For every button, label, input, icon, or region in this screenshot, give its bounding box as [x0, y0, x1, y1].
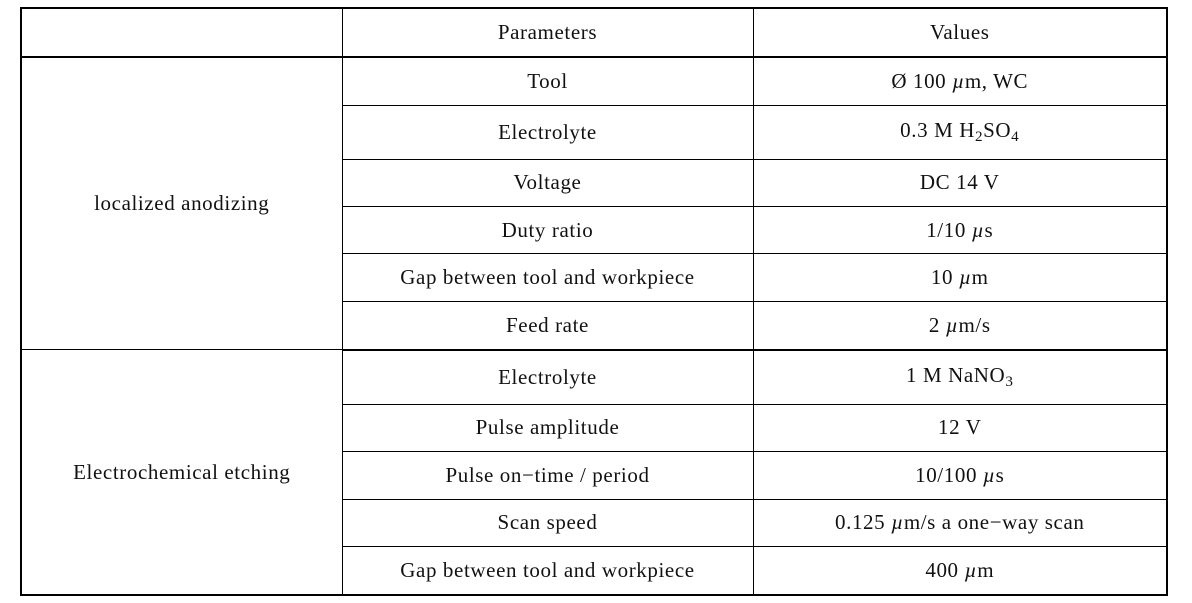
parameter-cell: Tool [341, 56, 754, 107]
value-cell: 1/10 µs [752, 205, 1168, 255]
parameter-cell: Electrolyte [341, 349, 754, 405]
header-values: Values [752, 7, 1168, 59]
parameter-cell: Gap between tool and workpiece [341, 546, 754, 596]
table-header-row: Parameters Values [20, 7, 1168, 59]
value-cell: 2 µm/s [752, 300, 1168, 351]
value-cell: 0.125 µm/s a one−way scan [752, 498, 1168, 548]
parameter-cell: Scan speed [341, 498, 754, 548]
parameter-cell: Feed rate [341, 300, 754, 351]
table-row: localized anodizing Tool Ø 100 µm, WC [20, 56, 1168, 351]
value-cell: Ø 100 µm, WC [752, 56, 1168, 107]
value-cell: 0.3 M H2SO4 [752, 105, 1168, 160]
parameter-cell: Electrolyte [341, 105, 754, 160]
group-label-cell: localized anodizing [20, 56, 343, 351]
value-cell: 400 µm [752, 546, 1168, 596]
value-cell: 10/100 µs [752, 451, 1168, 500]
value-cell: 10 µm [752, 253, 1168, 302]
table-row: Electrochemical etching Electrolyte 1 M Na… [20, 349, 1168, 596]
header-blank-cell [20, 7, 343, 59]
parameter-cell: Voltage [341, 158, 754, 208]
parameter-cell: Duty ratio [341, 205, 754, 255]
value-cell: 12 V [752, 403, 1168, 453]
parameter-cell: Pulse amplitude [341, 403, 754, 453]
process-parameters-table: Parameters Values localized anodizing Tool Ø… [20, 7, 1168, 596]
parameter-cell: Pulse on−time / period [341, 451, 754, 500]
group-label-cell: Electrochemical etching [20, 349, 343, 596]
value-cell: DC 14 V [752, 158, 1168, 208]
parameter-cell: Gap between tool and workpiece [341, 253, 754, 302]
value-cell: 1 M NaNO3 [752, 349, 1168, 405]
parameters-table-container: Parameters Values localized anodizing Tool Ø… [20, 7, 1168, 596]
header-parameters: Parameters [341, 7, 754, 59]
